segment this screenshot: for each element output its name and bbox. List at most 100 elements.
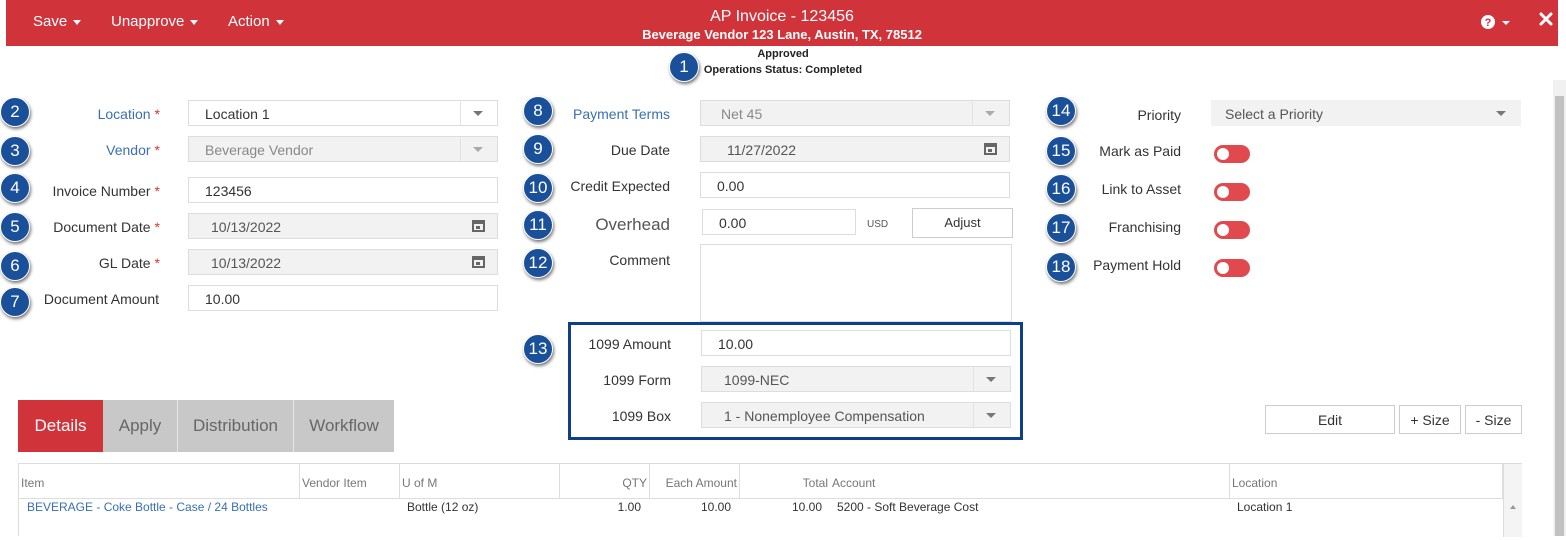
column-header-account[interactable]: Account — [830, 464, 1230, 498]
payment-terms-label: Payment Terms — [573, 106, 670, 122]
column-header-qty[interactable]: QTY — [560, 464, 650, 498]
question-circle-icon: ? — [1481, 15, 1510, 29]
page-title: AP Invoice - 123456 — [710, 8, 854, 25]
tab-workflow[interactable]: Workflow — [294, 400, 394, 452]
comment-textarea[interactable] — [700, 244, 1012, 322]
calendar-icon[interactable] — [984, 143, 997, 155]
document-date-label: Document Date * — [20, 219, 160, 235]
gl-date-label: GL Date * — [20, 255, 160, 271]
priority-placeholder: Select a Priority — [1225, 106, 1324, 122]
line-items-grid: Item Vendor Item U of M QTY Each Amount … — [18, 463, 1522, 537]
required-mark: * — [154, 183, 160, 199]
caret-down-icon — [1496, 111, 1506, 116]
location-cell: Location 1 — [1237, 500, 1293, 514]
ten99-form-value: 1099-NEC — [724, 372, 790, 388]
link-to-asset-toggle[interactable] — [1214, 183, 1250, 201]
document-date-value: 10/13/2022 — [211, 219, 282, 235]
payment-hold-toggle[interactable] — [1214, 259, 1250, 277]
page-scrollbar-thumb[interactable] — [1555, 96, 1564, 536]
help-button[interactable]: ? — [1480, 12, 1514, 32]
franchising-label: Franchising — [1108, 219, 1181, 235]
invoice-number-label: Invoice Number * — [20, 183, 161, 199]
column-header-vendor-item[interactable]: Vendor Item — [300, 464, 400, 498]
location-value: Location 1 — [205, 106, 270, 122]
vendor-select[interactable]: Beverage Vendor — [188, 136, 498, 162]
column-header-total[interactable]: Total — [740, 464, 830, 498]
toggle-knob — [1217, 186, 1229, 198]
location-dropdown-toggle[interactable] — [460, 101, 497, 125]
decrease-size-button[interactable]: - Size — [1465, 405, 1522, 434]
gl-date-label-text: GL Date — [98, 255, 151, 271]
priority-label: Priority — [1137, 107, 1181, 123]
credit-expected-input[interactable]: 0.00 — [700, 172, 1010, 198]
toggle-knob — [1217, 148, 1229, 160]
gl-date-input[interactable]: 10/13/2022 — [188, 249, 498, 275]
document-amount-label: Document Amount — [43, 291, 159, 307]
ten99-form-label: 1099 Form — [603, 372, 671, 388]
priority-dropdown-toggle[interactable] — [1484, 101, 1520, 125]
toggle-knob — [1217, 224, 1229, 236]
close-icon — [1539, 12, 1553, 26]
invoice-number-label-text: Invoice Number — [52, 183, 151, 199]
franchising-toggle[interactable] — [1214, 221, 1250, 239]
mark-as-paid-toggle[interactable] — [1214, 145, 1250, 163]
account-cell: 5200 - Soft Beverage Cost — [837, 500, 979, 514]
caret-down-icon — [473, 111, 483, 116]
svg-text:?: ? — [1485, 17, 1492, 29]
vendor-dropdown-toggle[interactable] — [460, 137, 497, 161]
uom-cell: Bottle (12 oz) — [407, 500, 479, 514]
grid-scrollbar[interactable] — [1503, 464, 1522, 537]
mark-as-paid-label: Mark as Paid — [1099, 143, 1181, 159]
app-header: Save Unapprove Action AP Invoice - 12345… — [6, 0, 1558, 46]
increase-size-button[interactable]: + Size — [1399, 405, 1461, 434]
due-date-label: Due Date — [610, 142, 670, 158]
calendar-icon[interactable] — [472, 256, 485, 268]
column-header-uom[interactable]: U of M — [400, 464, 560, 498]
currency-label: USD — [867, 219, 889, 230]
required-mark: * — [154, 142, 160, 158]
tab-apply[interactable]: Apply — [103, 400, 178, 452]
payment-terms-select[interactable]: Net 45 — [700, 100, 1010, 126]
link-to-asset-label: Link to Asset — [1101, 181, 1181, 197]
qty-cell: 1.00 — [617, 500, 641, 514]
tab-details[interactable]: Details — [18, 400, 103, 452]
credit-expected-label: Credit Expected — [570, 178, 670, 194]
scroll-up-icon[interactable] — [1504, 464, 1522, 537]
column-header-item[interactable]: Item — [19, 464, 300, 498]
item-link[interactable]: BEVERAGE - Coke Bottle - Case / 24 Bottl… — [27, 500, 268, 514]
document-date-input[interactable]: 10/13/2022 — [188, 213, 498, 239]
required-mark: * — [154, 106, 160, 122]
caret-down-icon — [986, 413, 996, 418]
vendor-label: Vendor * — [20, 142, 160, 158]
ten99-box-select[interactable]: 1 - Nonemployee Compensation — [701, 402, 1011, 428]
vendor-address: Beverage Vendor 123 Lane, Austin, TX, 78… — [642, 27, 922, 42]
payment-terms-dropdown-toggle[interactable] — [972, 101, 1009, 125]
tab-distribution[interactable]: Distribution — [178, 400, 294, 452]
ten99-box-dropdown-toggle[interactable] — [973, 403, 1010, 427]
ten99-form-dropdown-toggle[interactable] — [973, 367, 1010, 391]
overhead-label: Overhead — [595, 215, 670, 234]
approval-status: Approved — [757, 48, 809, 60]
ten99-amount-label: 1099 Amount — [588, 336, 671, 352]
column-header-location[interactable]: Location — [1230, 464, 1503, 498]
vendor-value: Beverage Vendor — [205, 142, 314, 158]
ten99-form-select[interactable]: 1099-NEC — [701, 366, 1011, 392]
adjust-button[interactable]: Adjust — [912, 208, 1013, 238]
due-date-input[interactable]: 11/27/2022 — [700, 136, 1010, 162]
payment-terms-value: Net 45 — [721, 106, 763, 122]
location-select[interactable]: Location 1 — [188, 100, 498, 126]
total-cell: 10.00 — [791, 500, 822, 514]
priority-select[interactable]: Select a Priority — [1211, 100, 1521, 126]
edit-button[interactable]: Edit — [1265, 405, 1395, 434]
callout-badge-1: 1 — [669, 52, 699, 82]
ten99-amount-input[interactable]: 10.00 — [701, 330, 1011, 356]
overhead-input[interactable]: 0.00 — [702, 209, 856, 235]
document-amount-input[interactable]: 10.00 — [188, 285, 498, 311]
calendar-icon[interactable] — [472, 220, 485, 232]
payment-hold-label: Payment Hold — [1093, 257, 1181, 273]
invoice-number-input[interactable]: 123456 — [188, 177, 498, 203]
location-label: Location * — [20, 106, 160, 122]
column-header-each-amount[interactable]: Each Amount — [650, 464, 740, 498]
close-button[interactable] — [1538, 11, 1558, 31]
header-divider — [19, 498, 1521, 499]
